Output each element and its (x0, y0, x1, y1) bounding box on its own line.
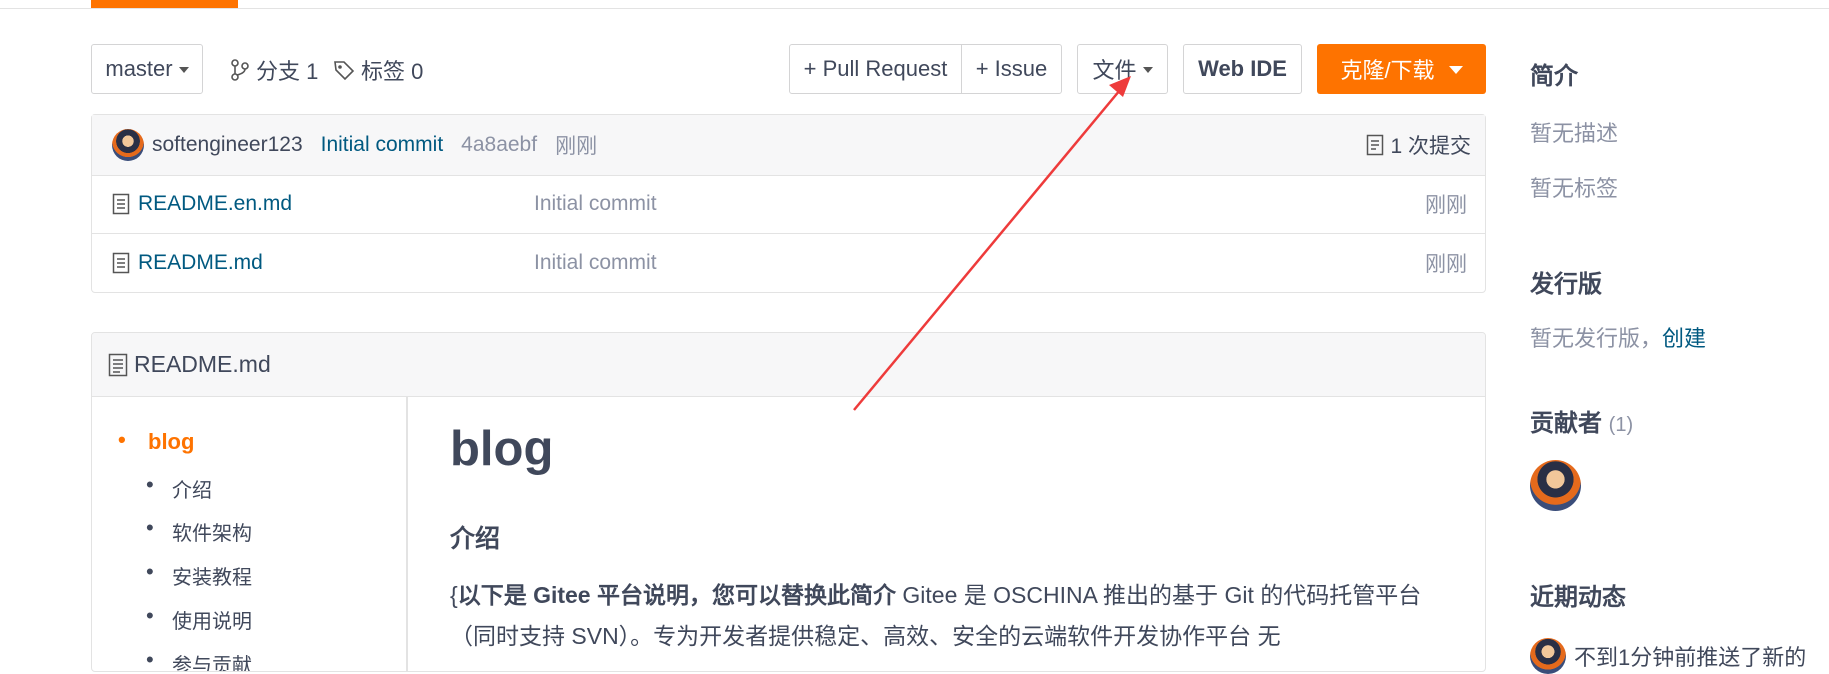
issue-button[interactable]: + Issue (962, 45, 1061, 93)
chevron-down-icon (1448, 66, 1463, 74)
toc-item[interactable]: blog (118, 427, 195, 455)
readme-filename: README.md (134, 351, 271, 377)
branches-link[interactable]: 分支 1 (230, 54, 318, 86)
readme-paragraph-prefix: { (450, 582, 458, 608)
toc-item[interactable]: 安装教程 (146, 559, 252, 590)
commit-message[interactable]: Initial commit (321, 133, 444, 157)
readme-paragraph-bold: 以下是 Gitee 平台说明，您可以替换此简介 (457, 582, 896, 608)
tags-link[interactable]: 标签 0 (333, 54, 423, 86)
active-tab-indicator (91, 0, 238, 8)
latest-commit-row: softengineer123 Initial commit 4a8aebf 刚… (92, 115, 1485, 176)
file-commit-time: 刚刚 (1425, 253, 1467, 276)
avatar[interactable] (1530, 460, 1581, 511)
file-commit-message[interactable]: Initial commit (534, 251, 657, 275)
toc-item[interactable]: 介绍 (146, 472, 212, 503)
clone-label: 克隆/下载 (1340, 58, 1435, 83)
readme-file-icon (108, 353, 128, 376)
commit-author[interactable]: softengineer123 (152, 133, 303, 157)
branch-select[interactable]: master (91, 44, 203, 94)
no-description: 暂无描述 (1530, 121, 1619, 146)
activity-title: 近期动态 (1530, 584, 1626, 611)
commit-sha[interactable]: 4a8aebf (461, 133, 537, 157)
intro-title: 简介 (1530, 63, 1578, 90)
no-tags: 暂无标签 (1530, 176, 1619, 201)
file-menu-button[interactable]: 文件 (1077, 44, 1168, 94)
commit-count-link[interactable]: 1 次提交 (1366, 115, 1471, 175)
avatar[interactable] (1530, 638, 1566, 674)
table-row[interactable]: README.md Initial commit 刚刚 (92, 234, 1485, 292)
contributors-label: 贡献者 (1530, 410, 1602, 437)
commit-time: 刚刚 (555, 135, 598, 158)
create-release-link[interactable]: 创建 (1662, 326, 1706, 351)
file-commit-message[interactable]: Initial commit (534, 192, 657, 216)
readme-title: blog (450, 422, 554, 476)
file-table: softengineer123 Initial commit 4a8aebf 刚… (91, 114, 1486, 293)
activity-text: 不到1分钟前推送了新的 (1574, 645, 1807, 670)
file-name-link[interactable]: README.md (138, 251, 528, 275)
release-title: 发行版 (1530, 271, 1602, 298)
clone-download-button[interactable]: 克隆/下载 (1317, 44, 1486, 94)
readme-header: README.md (92, 333, 1485, 397)
readme-toc: blog 介绍 软件架构 安装教程 使用说明 参与贡献 (92, 397, 408, 671)
readme-paragraph: {以下是 Gitee 平台说明，您可以替换此简介 Gitee 是 OSCHINA… (450, 575, 1450, 657)
toc-item[interactable]: 参与贡献 (146, 647, 252, 671)
tags-label: 标签 0 (361, 59, 424, 84)
pull-request-button[interactable]: + Pull Request (790, 45, 962, 93)
branch-icon (231, 59, 249, 81)
branch-label: master (105, 56, 173, 81)
repo-sidebar: 简介 暂无描述 暂无标签 发行版 暂无发行版，创建 贡献者 (1) 近期动态 不… (1530, 0, 1829, 674)
pr-issue-group: + Pull Request + Issue (789, 44, 1062, 94)
avatar[interactable] (112, 129, 144, 161)
commits-icon (1367, 134, 1384, 156)
readme-panel: README.md blog 介绍 软件架构 安装教程 使用说明 参与贡献 bl… (91, 332, 1486, 672)
no-release: 暂无发行版， (1530, 326, 1663, 351)
contributors-title: 贡献者 (1) (1530, 403, 1633, 438)
commit-count-label: 1 次提交 (1390, 135, 1471, 158)
table-row[interactable]: README.en.md Initial commit 刚刚 (92, 175, 1485, 234)
chevron-down-icon (1142, 67, 1153, 73)
chevron-down-icon (178, 67, 189, 73)
file-menu-label: 文件 (1092, 58, 1137, 83)
toc-item[interactable]: 软件架构 (146, 515, 252, 546)
tag-icon (334, 61, 355, 81)
branches-label: 分支 1 (256, 59, 319, 84)
file-name-link[interactable]: README.en.md (138, 192, 528, 216)
file-text-icon (112, 193, 130, 215)
toc-item[interactable]: 使用说明 (146, 603, 252, 634)
no-release-line: 暂无发行版，创建 (1530, 321, 1706, 353)
web-ide-button[interactable]: Web IDE (1183, 44, 1302, 94)
readme-section-heading: 介绍 (450, 525, 501, 553)
contributors-count: (1) (1608, 414, 1634, 436)
file-text-icon (112, 252, 130, 274)
activity-item: 不到1分钟前推送了新的 (1530, 638, 1806, 674)
file-commit-time: 刚刚 (1425, 194, 1467, 217)
